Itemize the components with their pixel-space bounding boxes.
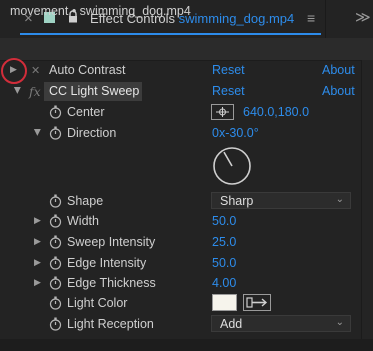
about-button[interactable]: About xyxy=(322,84,355,98)
stopwatch-icon[interactable] xyxy=(49,276,62,290)
panel-divider xyxy=(325,0,326,38)
selected-option: Add xyxy=(220,317,243,331)
breadcrumb: movement • swimming_dog.mp4 xyxy=(10,4,191,18)
property-label: Light Color xyxy=(67,296,128,310)
highlight-ring xyxy=(1,58,27,84)
center-value[interactable]: 640.0,180.0 xyxy=(243,105,309,119)
property-row-direction: ▶ Direction 0x-30.0° xyxy=(0,124,373,144)
stopwatch-icon[interactable] xyxy=(49,256,62,270)
stopwatch-icon[interactable] xyxy=(49,126,62,140)
expand-triangle-icon[interactable]: ▶ xyxy=(34,215,41,226)
selected-option: Sharp xyxy=(220,194,254,208)
fx-toggle-icon[interactable]: fx xyxy=(29,84,41,99)
property-row-edge-thickness: ▶ Edge Thickness 4.00 xyxy=(0,274,373,294)
property-label: Edge Intensity xyxy=(67,256,147,270)
panel-footer xyxy=(0,339,373,351)
property-row-edge-intensity: ▶ Edge Intensity 50.0 xyxy=(0,254,373,274)
property-label: Light Reception xyxy=(67,317,154,331)
collapse-triangle-icon[interactable]: ▶ xyxy=(12,87,23,94)
property-row-shape: Shape Sharp ⌄ xyxy=(0,192,373,212)
property-label: Shape xyxy=(67,194,104,208)
expand-triangle-icon[interactable]: ▶ xyxy=(34,277,41,288)
panel-menu-icon[interactable]: ≡ xyxy=(307,10,315,26)
direction-value[interactable]: 0x-30.0° xyxy=(212,126,259,140)
shape-select[interactable]: Sharp ⌄ xyxy=(211,192,351,209)
property-row-sweep-intensity: ▶ Sweep Intensity 25.0 xyxy=(0,233,373,253)
sweep-intensity-value[interactable]: 25.0 xyxy=(212,235,236,249)
expand-triangle-icon[interactable]: ▶ xyxy=(34,236,41,247)
reset-button[interactable]: Reset xyxy=(212,63,245,77)
property-label: Edge Thickness xyxy=(67,276,156,290)
stopwatch-icon[interactable] xyxy=(49,296,62,310)
overflow-tabs-icon[interactable]: ≫ xyxy=(355,8,371,26)
property-label: Direction xyxy=(67,126,117,140)
light-reception-select[interactable]: Add ⌄ xyxy=(211,315,351,332)
dial-needle xyxy=(223,151,233,167)
effect-name: CC Light Sweep xyxy=(49,84,140,98)
reset-button[interactable]: Reset xyxy=(212,84,245,98)
stopwatch-icon[interactable] xyxy=(49,317,62,331)
stopwatch-icon[interactable] xyxy=(49,194,62,208)
about-button[interactable]: About xyxy=(322,63,355,77)
property-label: Sweep Intensity xyxy=(67,235,156,249)
tab-clip-name: swimming_dog.mp4 xyxy=(178,11,295,26)
property-row-center: Center 640.0,180.0 xyxy=(0,103,373,123)
stopwatch-icon[interactable] xyxy=(49,214,62,228)
property-label: Width xyxy=(67,214,99,228)
edge-thickness-value[interactable]: 4.00 xyxy=(212,276,236,290)
expand-triangle-icon[interactable]: ▶ xyxy=(34,257,41,268)
stopwatch-icon[interactable] xyxy=(49,235,62,249)
width-value[interactable]: 50.0 xyxy=(212,214,236,228)
property-row-width: ▶ Width 50.0 xyxy=(0,212,373,232)
effect-row-auto-contrast: ▶ ✕ Auto Contrast Reset About xyxy=(0,61,373,81)
light-color-swatch[interactable] xyxy=(212,294,237,311)
collapse-triangle-icon[interactable]: ▶ xyxy=(32,129,43,136)
property-row-light-reception: Light Reception Add ⌄ xyxy=(0,315,373,335)
point-target-icon[interactable] xyxy=(211,104,234,120)
chevron-down-icon: ⌄ xyxy=(335,194,344,205)
chevron-down-icon: ⌄ xyxy=(335,317,344,328)
property-label: Center xyxy=(67,105,105,119)
property-row-light-color: Light Color xyxy=(0,294,373,314)
effect-row-cc-light-sweep: ▶ fx CC Light Sweep Reset About xyxy=(0,82,373,102)
stopwatch-icon[interactable] xyxy=(49,105,62,119)
edge-intensity-value[interactable]: 50.0 xyxy=(212,256,236,270)
eyedropper-icon[interactable] xyxy=(243,294,271,311)
breadcrumb-bar xyxy=(0,38,373,61)
angle-dial[interactable] xyxy=(212,146,252,186)
effect-disabled-icon[interactable]: ✕ xyxy=(31,64,40,77)
effect-name: Auto Contrast xyxy=(49,63,126,77)
active-tab-underline xyxy=(20,33,321,35)
